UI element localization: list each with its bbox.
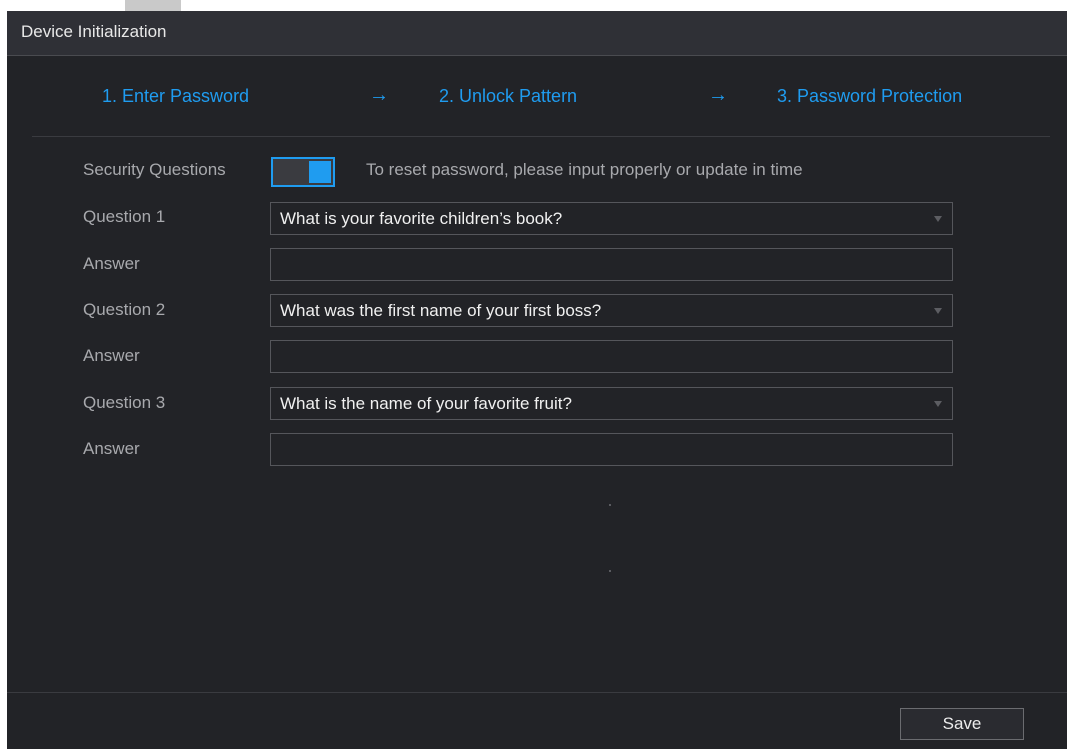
question-3-label: Question 3 (83, 393, 166, 412)
answer-2-label: Answer (83, 346, 140, 365)
question-2-label: Question 2 (83, 300, 166, 319)
question-2-value: What was the first name of your first bo… (280, 301, 602, 320)
background-tab-fragment (125, 0, 181, 11)
dropdown-caret-icon (934, 308, 942, 314)
artifact-speck (609, 504, 611, 506)
step-indicator: 1. Enter Password → 2. Unlock Pattern → … (7, 84, 1067, 116)
answer-3-label: Answer (83, 439, 140, 458)
security-questions-label: Security Questions (83, 160, 226, 179)
device-initialization-window: Device Initialization 1. Enter Password … (7, 11, 1067, 749)
save-button[interactable]: Save (900, 708, 1024, 740)
question-1-label: Question 1 (83, 207, 166, 226)
step-enter-password: 1. Enter Password (102, 86, 250, 106)
dropdown-caret-icon (934, 216, 942, 222)
answer-1-input[interactable] (270, 248, 953, 281)
answer-3-input[interactable] (270, 433, 953, 466)
question-3-value: What is the name of your favorite fruit? (280, 394, 572, 413)
step-arrow-icon: → (708, 84, 728, 106)
question-3-select[interactable]: What is the name of your favorite fruit? (270, 387, 953, 420)
footer-bar: Save (7, 692, 1067, 749)
window-title: Device Initialization (21, 22, 167, 41)
artifact-speck (609, 570, 611, 572)
security-hint-text: To reset password, please input properly… (366, 160, 803, 179)
answer-1-label: Answer (83, 254, 140, 273)
answer-2-input[interactable] (270, 340, 953, 373)
toggle-knob (309, 161, 331, 183)
question-1-select[interactable]: What is your favorite children’s book? (270, 202, 953, 235)
divider (32, 136, 1050, 137)
step-unlock-pattern: 2. Unlock Pattern (439, 86, 578, 106)
question-2-select[interactable]: What was the first name of your first bo… (270, 294, 953, 327)
step-password-protection: 3. Password Protection (777, 86, 963, 106)
question-1-value: What is your favorite children’s book? (280, 209, 563, 228)
step-arrow-icon: → (369, 84, 389, 106)
title-bar: Device Initialization (7, 11, 1067, 56)
dropdown-caret-icon (934, 401, 942, 407)
security-questions-toggle[interactable] (271, 157, 335, 187)
